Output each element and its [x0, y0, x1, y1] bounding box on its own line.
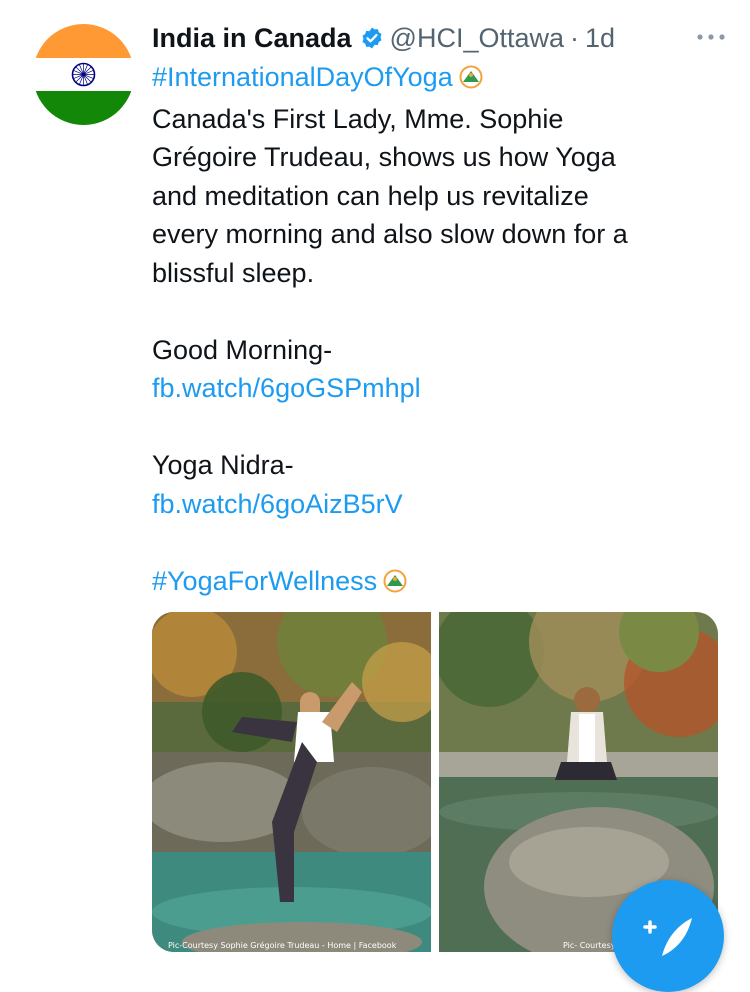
good-morning-link[interactable]: fb.watch/6goGSPmhpl: [152, 373, 421, 403]
author-name[interactable]: India in Canada: [152, 23, 352, 54]
yoga-dancer-pose-image: [152, 612, 431, 952]
yoga-hashflag-icon: [383, 565, 407, 604]
photo-2-caption: Pic- Courtesy: [563, 941, 616, 950]
more-options-icon[interactable]: [694, 24, 728, 50]
good-morning-label: Good Morning-: [152, 334, 333, 365]
tweet-header: India in Canada @HCI_Ottawa · 1d: [152, 18, 720, 58]
india-flag-icon: [33, 24, 134, 125]
compose-tweet-icon: [643, 918, 692, 956]
photo-1-caption: Pic-Courtesy Sophie Grégoire Trudeau - H…: [168, 941, 397, 950]
photo-dancer-pose[interactable]: Pic-Courtesy Sophie Grégoire Trudeau - H…: [152, 612, 431, 952]
separator-dot: ·: [570, 22, 580, 53]
yoga-hashflag-icon: [459, 61, 483, 100]
tweet-body-line: blissful sleep.: [152, 257, 315, 288]
compose-tweet-button[interactable]: [612, 880, 724, 992]
tweet-timestamp[interactable]: 1d: [585, 23, 615, 54]
verified-badge-icon: [360, 26, 384, 50]
tweet-body-line: and meditation can help us revitalize: [152, 180, 589, 211]
tweet-body-line: every morning and also slow down for a: [152, 219, 628, 249]
yoga-nidra-label: Yoga Nidra-: [152, 450, 294, 480]
avatar[interactable]: [33, 24, 134, 125]
tweet-text: #InternationalDayOfYoga Canada's First L…: [152, 58, 722, 603]
tweet-body-line: Canada's First Lady, Mme. Sophie: [152, 103, 564, 134]
yoga-nidra-link[interactable]: fb.watch/6goAizB5rV: [152, 489, 403, 519]
hashtag-international-day-of-yoga[interactable]: #InternationalDayOfYoga: [152, 62, 453, 92]
author-handle[interactable]: @HCI_Ottawa: [390, 23, 564, 54]
hashtag-yoga-for-wellness[interactable]: #YogaForWellness: [152, 566, 377, 596]
tweet-body-line: Grégoire Trudeau, shows us how Yoga: [152, 142, 616, 172]
